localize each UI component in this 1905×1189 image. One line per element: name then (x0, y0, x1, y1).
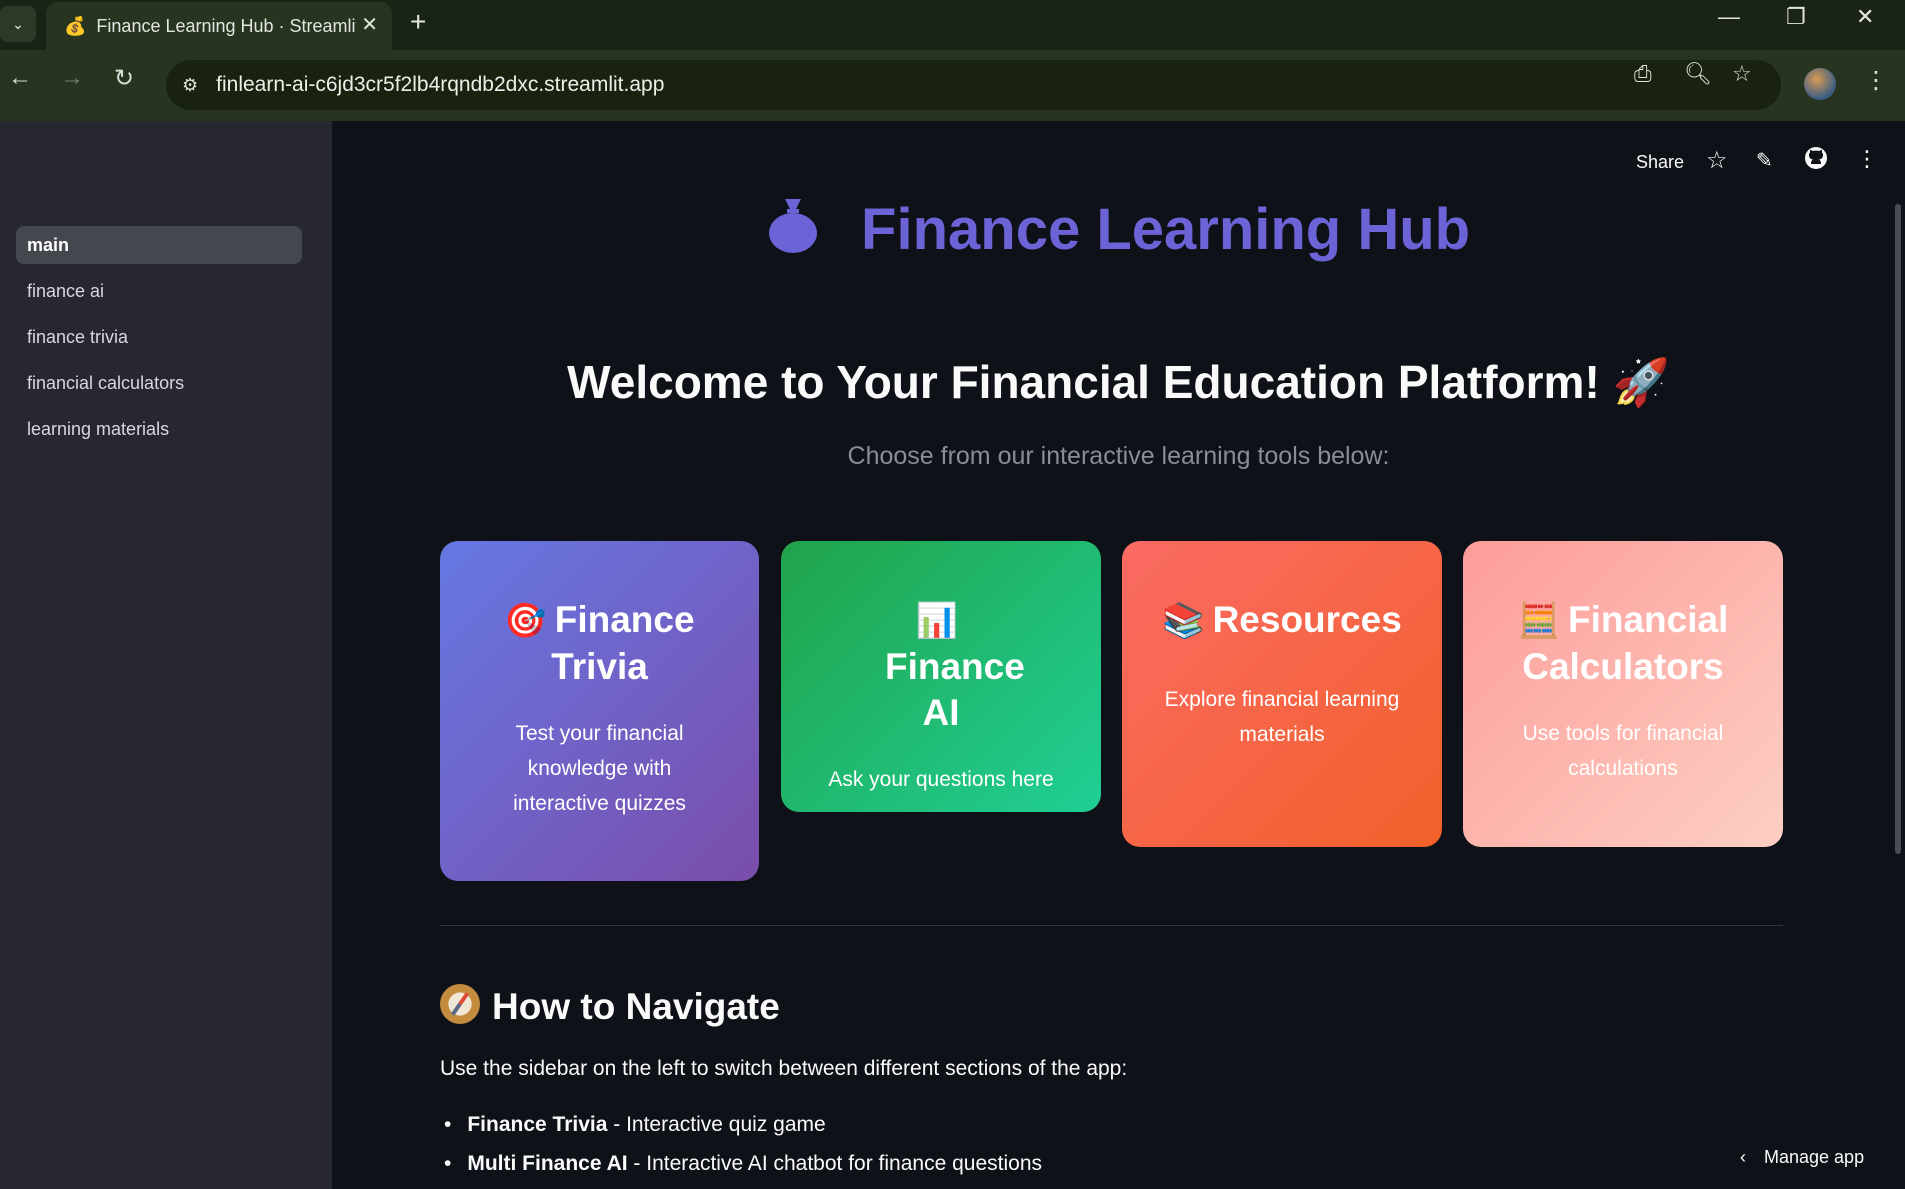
tab-search-button[interactable]: ⌄ (0, 6, 36, 42)
money-bag-icon (767, 197, 819, 253)
card-description: Test your financial knowledge with inter… (513, 722, 686, 815)
browser-toolbar: ← → ↻ ⚙ finlearn-ai-c6jd3cr5f2lb4rqndb2d… (0, 50, 1905, 121)
section-heading-text: How to Navigate (492, 986, 780, 1027)
subtitle: Choose from our interactive learning too… (847, 442, 1390, 470)
zoom-icon[interactable]: 🔍︎ (1684, 61, 1712, 87)
bookmark-star-icon[interactable]: ☆ (1732, 61, 1752, 87)
card-description: Explore financial learning materials (1164, 688, 1400, 746)
back-icon[interactable]: ← (8, 64, 32, 92)
share-button[interactable]: Share (1636, 152, 1684, 173)
scrollbar[interactable] (1895, 204, 1901, 854)
site-info-icon[interactable]: ⚙ (182, 75, 198, 96)
section-heading: How to Navigate (440, 984, 780, 1028)
abacus-icon: 🧮 (1517, 602, 1560, 640)
reload-icon[interactable]: ↻ (114, 64, 134, 93)
profile-avatar[interactable] (1804, 68, 1836, 100)
install-app-icon[interactable]: ⎙ (1634, 61, 1652, 87)
edit-icon[interactable]: ✎ (1756, 148, 1773, 173)
card-finance-trivia[interactable]: 🎯 Finance Trivia Test your financial know… (440, 541, 759, 881)
welcome-heading: Welcome to Your Financial Education Plat… (567, 356, 1670, 408)
compass-icon (440, 984, 480, 1024)
url-text[interactable]: finlearn-ai-c6jd3cr5f2lb4rqndb2dxc.strea… (216, 73, 664, 97)
tab-strip: ⌄ 💰 Finance Learning Hub · Streamlit ✕ +… (0, 0, 1905, 50)
manage-app-label: Manage app (1764, 1147, 1865, 1167)
target-icon: 🎯 (504, 602, 547, 640)
github-icon[interactable] (1804, 146, 1828, 170)
forward-icon[interactable]: → (60, 64, 84, 92)
page-title-text: Finance Learning Hub (861, 197, 1471, 262)
sidebar-item-finance-trivia[interactable]: finance trivia (16, 318, 302, 356)
divider (440, 925, 1783, 926)
browser-chrome: ⌄ 💰 Finance Learning Hub · Streamlit ✕ +… (0, 0, 1905, 121)
card-finance-ai[interactable]: 📊 Finance AI Ask your questions here (781, 541, 1101, 812)
card-title: Resources (1212, 599, 1402, 640)
page-title: Finance Learning Hub (332, 196, 1905, 263)
card-description: Ask your questions here (828, 768, 1054, 791)
close-tab-icon[interactable]: ✕ (361, 12, 378, 37)
list-item-text: - Interactive AI chatbot for finance que… (627, 1152, 1042, 1175)
sidebar-item-finance-ai[interactable]: finance ai (16, 272, 302, 310)
sidebar: main finance ai finance trivia financial… (0, 121, 332, 1189)
list-item: Finance Trivia - Interactive quiz game (444, 1113, 826, 1137)
manage-app-button[interactable]: ‹ Manage app (1740, 1147, 1864, 1168)
address-bar[interactable]: ⚙ finlearn-ai-c6jd3cr5f2lb4rqndb2dxc.str… (166, 60, 1781, 110)
list-item-bold: Multi Finance AI (467, 1152, 628, 1175)
card-title: Finance AI (885, 646, 1025, 733)
bar-chart-icon: 📊 (915, 602, 959, 640)
card-title: Finance Trivia (551, 599, 695, 687)
minimize-icon[interactable]: — (1718, 4, 1740, 30)
list-item-text: - Interactive quiz game (607, 1113, 826, 1136)
list-item-bold: Finance Trivia (467, 1113, 608, 1136)
books-icon: 📚 (1162, 602, 1205, 640)
card-financial-calculators[interactable]: 🧮 Financial Calculators Use tools for fin… (1463, 541, 1783, 847)
star-icon[interactable]: ☆ (1706, 146, 1728, 175)
sidebar-item-learning-materials[interactable]: learning materials (16, 410, 302, 448)
card-description: Use tools for financial calculations (1522, 722, 1724, 780)
restore-icon[interactable]: ❐ (1786, 4, 1806, 30)
card-resources[interactable]: 📚 Resources Explore financial learning ma… (1122, 541, 1442, 847)
app-menu-icon[interactable]: ⋮ (1856, 146, 1878, 172)
sidebar-item-main[interactable]: main (16, 226, 302, 264)
money-bag-icon: 💰 (64, 15, 87, 36)
browser-tab[interactable]: 💰 Finance Learning Hub · Streamlit ✕ (46, 2, 392, 50)
close-window-icon[interactable]: ✕ (1856, 4, 1874, 30)
navigate-intro: Use the sidebar on the left to switch be… (440, 1057, 1128, 1080)
browser-menu-icon[interactable]: ⋮ (1864, 66, 1888, 95)
new-tab-button[interactable]: + (410, 6, 426, 38)
tab-title: Finance Learning Hub · Streamlit (96, 15, 357, 36)
list-item: Multi Finance AI - Interactive AI chatbo… (444, 1152, 1042, 1176)
sidebar-item-financial-calculators[interactable]: financial calculators (16, 364, 302, 402)
chevron-left-icon: ‹ (1740, 1147, 1746, 1167)
